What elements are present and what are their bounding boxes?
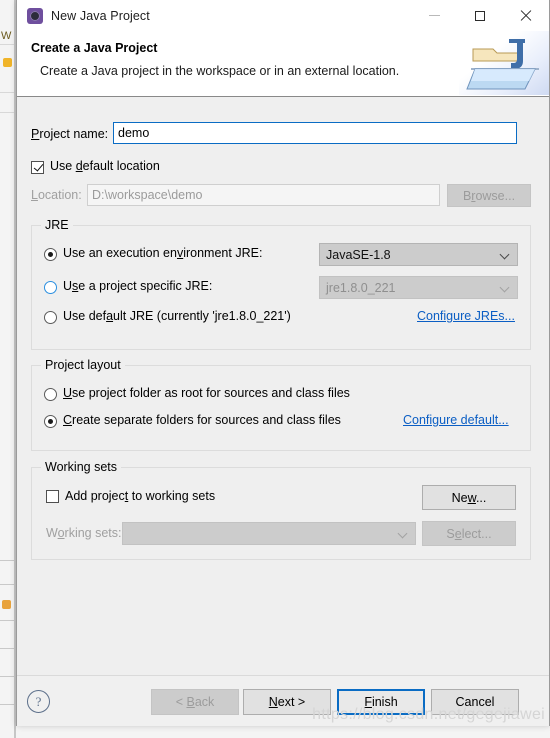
radio-separate-folders[interactable] <box>44 415 57 428</box>
chevron-down-icon <box>398 528 409 539</box>
close-icon <box>520 10 532 22</box>
dialog-titlebar[interactable]: New Java Project <box>17 0 549 31</box>
minimize-icon <box>428 15 440 16</box>
background-icon-fragment <box>2 600 11 609</box>
radio-project-folder-root-label: Use project folder as root for sources a… <box>63 386 350 400</box>
dialog-footer: ? < Back Next > Finish Cancel https://bl… <box>17 675 549 726</box>
project-name-label: Project name: <box>31 127 109 141</box>
working-sets-label: Working sets: <box>46 526 122 540</box>
select-working-set-button-label: Select... <box>446 526 492 541</box>
dialog-body: Project name: demo Use default location … <box>17 97 549 675</box>
new-working-set-button-label: New... <box>451 490 487 505</box>
radio-execution-environment-jre-label: Use an execution environment JRE: <box>63 246 263 260</box>
working-sets-combo[interactable] <box>122 522 416 545</box>
back-button[interactable]: < Back <box>151 689 239 715</box>
background-icon-fragment <box>3 58 12 67</box>
question-mark-icon[interactable]: ? <box>27 690 50 713</box>
radio-execution-environment-jre[interactable] <box>44 248 57 261</box>
project-specific-jre-combo[interactable]: jre1.8.0_221 <box>319 276 518 299</box>
location-input[interactable]: D:\workspace\demo <box>87 184 440 206</box>
project-layout-group: Project layout Use project folder as roo… <box>31 358 531 451</box>
add-to-working-sets-label: Add project to working sets <box>65 489 216 503</box>
use-default-location-label: Use default location <box>50 159 160 173</box>
location-label: Location: <box>31 188 82 202</box>
use-default-location-checkbox[interactable] <box>31 161 44 174</box>
maximize-icon <box>475 10 485 21</box>
minimize-button[interactable] <box>411 0 457 31</box>
jre-group-title: JRE <box>41 218 73 232</box>
project-name-input[interactable]: demo <box>113 122 517 144</box>
jre-group: JRE Use an execution environment JRE: Ja… <box>31 218 531 350</box>
maximize-button[interactable] <box>457 0 503 31</box>
radio-project-specific-jre[interactable] <box>44 281 57 294</box>
radio-default-jre[interactable] <box>44 311 57 324</box>
radio-project-folder-root[interactable] <box>44 388 57 401</box>
wizard-page-title: Create a Java Project <box>31 41 158 55</box>
execution-environment-combo[interactable]: JavaSE-1.8 <box>319 243 518 266</box>
add-to-working-sets-checkbox[interactable] <box>46 490 59 503</box>
project-layout-group-title: Project layout <box>41 358 125 372</box>
select-working-set-button[interactable]: Select... <box>422 521 516 546</box>
working-sets-group: Working sets Add project to working sets… <box>31 460 531 560</box>
close-button[interactable] <box>503 0 549 31</box>
chevron-down-icon <box>500 282 511 293</box>
location-value: D:\workspace\demo <box>92 188 203 202</box>
chevron-down-icon <box>500 249 511 260</box>
project-name-value: demo <box>118 126 150 140</box>
project-specific-jre-value: jre1.8.0_221 <box>326 280 396 295</box>
new-working-set-button[interactable]: New... <box>422 485 516 510</box>
configure-jres-link[interactable]: Configure JREs... <box>417 309 515 323</box>
wizard-banner: Create a Java Project Create a Java proj… <box>17 31 549 97</box>
radio-project-specific-jre-label: Use a project specific JRE: <box>63 279 213 293</box>
next-button-label: Next > <box>268 695 306 709</box>
browse-button-label: Browse... <box>462 188 516 203</box>
configure-default-link[interactable]: Configure default... <box>403 413 509 427</box>
dialog-title: New Java Project <box>51 8 150 23</box>
new-java-project-dialog: New Java Project Create a Java Project C… <box>16 0 550 726</box>
wizard-page-description: Create a Java project in the workspace o… <box>40 64 400 78</box>
project-name-label-rest: roject name: <box>39 127 109 141</box>
watermark-text: https://blog.csdn.net/gegejiawei <box>312 706 545 723</box>
eclipse-gear-icon <box>27 7 43 24</box>
radio-separate-folders-label: Create separate folders for sources and … <box>63 413 341 427</box>
java-project-folder-icon <box>459 31 549 95</box>
browse-button[interactable]: Browse... <box>447 184 531 207</box>
radio-default-jre-label: Use default JRE (currently 'jre1.8.0_221… <box>63 309 291 323</box>
back-button-label: < Back <box>175 695 215 709</box>
working-sets-group-title: Working sets <box>41 460 122 474</box>
execution-environment-value: JavaSE-1.8 <box>326 247 391 262</box>
